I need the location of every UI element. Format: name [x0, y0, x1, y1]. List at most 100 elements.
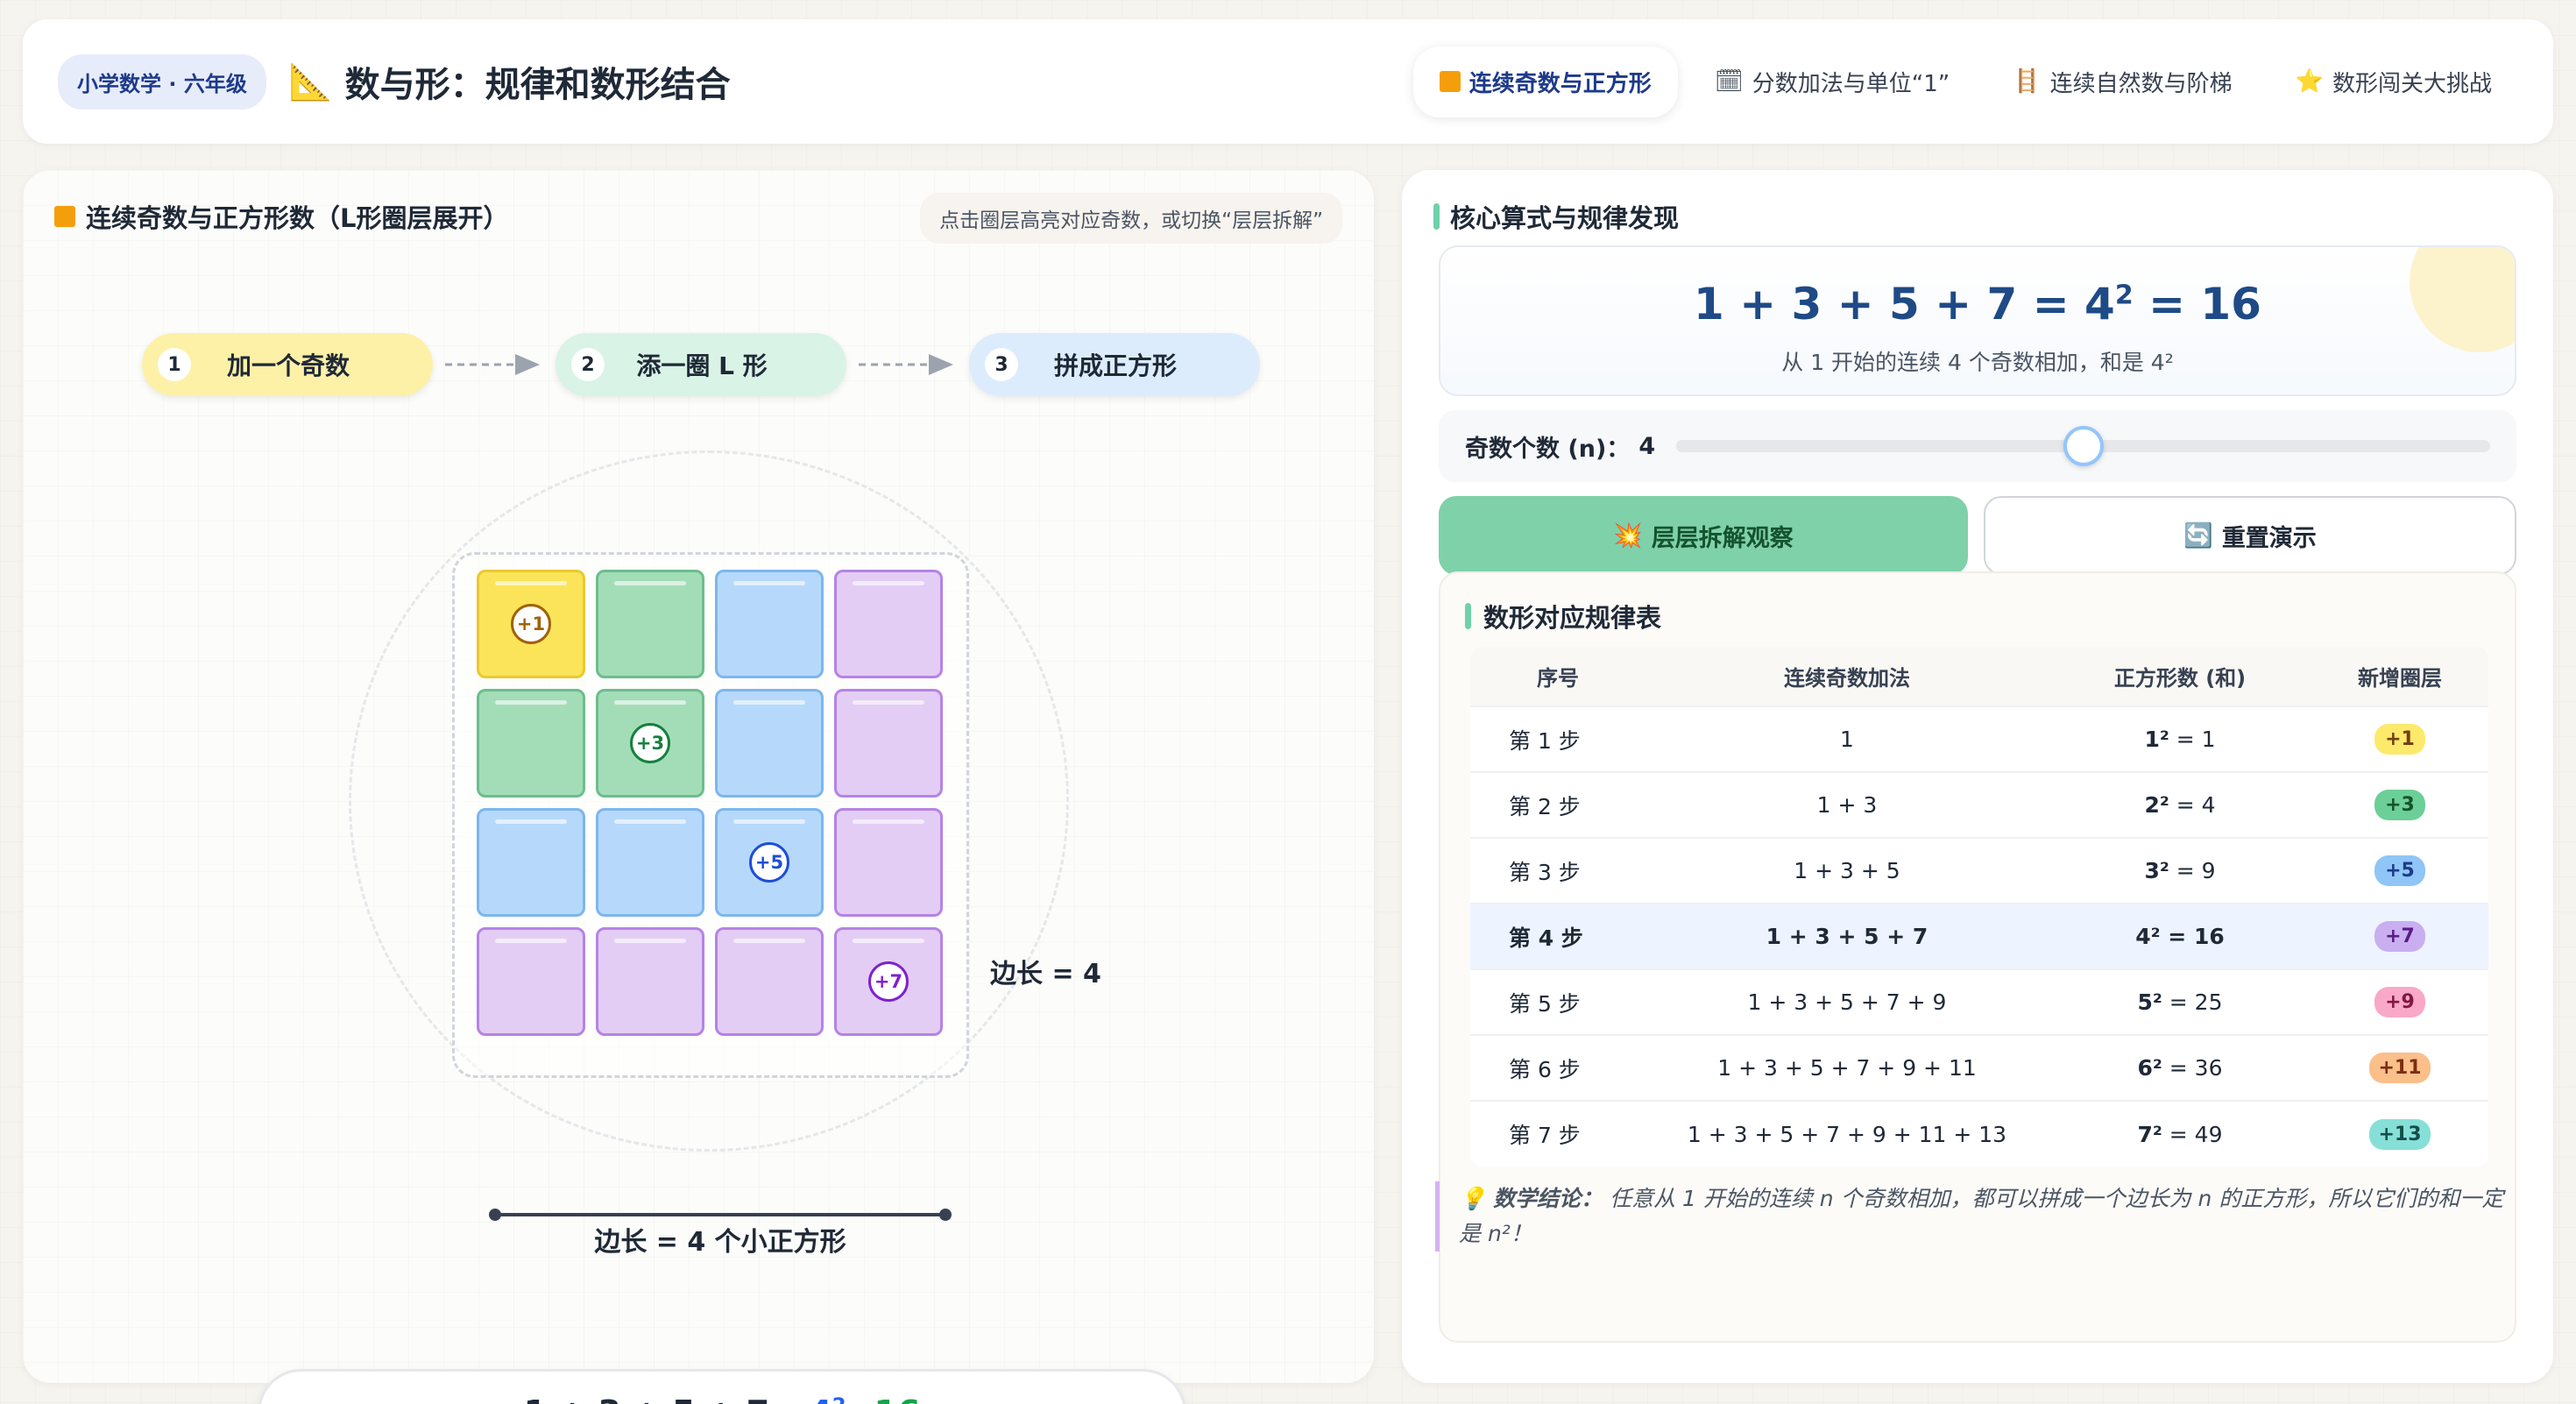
- grid-cell-layer-3[interactable]: +5: [715, 808, 824, 917]
- grid-cell-layer-2[interactable]: [596, 570, 704, 678]
- tab-challenge[interactable]: ⭐ 数形闯关大挑战: [2269, 46, 2518, 117]
- cell-square: 6² = 36: [2049, 1034, 2311, 1101]
- pattern-table-title-text: 数形对应规律表: [1483, 603, 1662, 633]
- formula-display: 1 + 3 + 5 + 7 = 42 = 16: [258, 1369, 1186, 1404]
- table-row[interactable]: 第 4 步1 + 3 + 5 + 7 4² = 16 +7: [1470, 903, 2488, 969]
- slider-thumb[interactable]: [2063, 426, 2104, 466]
- grid-cell-layer-3[interactable]: [715, 689, 824, 798]
- core-formula-title: 核心算式与规律发现: [1433, 198, 1679, 235]
- tab-label: 分数加法与单位“1”: [1752, 70, 1950, 97]
- formula-equals: =: [846, 1393, 874, 1404]
- tab-fraction-addition[interactable]: 🗓 分数加法与单位“1”: [1688, 46, 1977, 117]
- cell-sum: 1 + 3: [1645, 771, 2049, 838]
- col-square: 正方形数 (和): [2049, 647, 2311, 706]
- core-formula: 1 + 3 + 5 + 7 = 42 = 16: [1694, 279, 2261, 330]
- cell-layer: +11: [2311, 1034, 2488, 1101]
- layer-pill: +9: [2374, 987, 2425, 1018]
- step-pill-add-odd: 1 加一个奇数: [142, 333, 433, 396]
- table-row[interactable]: 第 3 步1 + 3 + 5 3² = 9 +5: [1470, 837, 2488, 904]
- step-label: 加一个奇数: [226, 351, 350, 380]
- layer-badge: +1: [511, 604, 551, 644]
- slider-label: 奇数个数 (n)：: [1465, 435, 1631, 463]
- reset-demo-label: 重置演示: [2221, 524, 2317, 552]
- cell-square: 3² = 9: [2049, 837, 2311, 904]
- col-step: 序号: [1470, 647, 1645, 706]
- square-grid: +1 +3 +5 +7: [477, 570, 945, 1038]
- grid-cell-layer-3[interactable]: [715, 570, 824, 678]
- grid-cell-layer-2[interactable]: +3: [596, 689, 704, 798]
- staircase-icon: 🪜: [2013, 68, 2042, 95]
- grid-cell-layer-4[interactable]: [834, 808, 943, 917]
- cell-square: 5² = 25: [2049, 968, 2311, 1035]
- bottom-length-label: 边长 = 4 个小正方形: [594, 1227, 846, 1258]
- grid-cell-layer-4[interactable]: +7: [834, 927, 943, 1036]
- cell-square: 2² = 4: [2049, 771, 2311, 838]
- table-row[interactable]: 第 7 步1 + 3 + 5 + 7 + 9 + 11 + 13 7² = 49 +…: [1470, 1100, 2488, 1166]
- orange-square-icon: [54, 206, 75, 227]
- step-pill-add-l-layer: 2 添一圈 L 形: [556, 333, 846, 396]
- step-pill-form-square: 3 拼成正方形: [969, 333, 1260, 396]
- cell-step: 第 6 步: [1470, 1034, 1645, 1101]
- grid-cell-layer-1[interactable]: +1: [477, 570, 585, 678]
- cell-sum: 1: [1645, 706, 2049, 772]
- cell-square: 1² = 1: [2049, 706, 2311, 772]
- step-number: 1: [158, 348, 191, 381]
- table-row[interactable]: 第 1 步 1 1² = 1 +1: [1470, 706, 2488, 772]
- grid-cell-layer-3[interactable]: [596, 808, 704, 917]
- conclusion-label: 数学结论：: [1493, 1186, 1603, 1211]
- core-formula-title-text: 核心算式与规律发现: [1450, 203, 1680, 233]
- calendar-icon: 🗓: [1714, 68, 1744, 95]
- grid-cell-layer-4[interactable]: [834, 570, 943, 678]
- set-square-icon: 📐: [288, 61, 333, 103]
- visual-panel: 连续奇数与正方形数（L形圈层展开） 点击圈层高亮对应奇数，或切换“层层拆解” 1…: [23, 170, 1374, 1404]
- lightbulb-icon: 💡: [1459, 1186, 1487, 1211]
- cell-sum: 1 + 3 + 5 + 7 + 9 + 11 + 13: [1645, 1100, 2049, 1166]
- app-header: 小学数学 · 六年级 📐 数与形：规律和数形结合 连续奇数与正方形 🗓 分数加法…: [23, 19, 2553, 144]
- grid-cell-layer-4[interactable]: [715, 927, 824, 1036]
- cell-square: 7² = 49: [2049, 1100, 2311, 1166]
- table-row[interactable]: 第 5 步1 + 3 + 5 + 7 + 9 5² = 25 +9: [1470, 968, 2488, 1035]
- grid-cell-layer-4[interactable]: [596, 927, 704, 1036]
- accent-bar: [1465, 603, 1471, 629]
- odd-count-slider[interactable]: [1676, 426, 2490, 466]
- formula-result: 16: [874, 1393, 921, 1404]
- tab-natural-steps[interactable]: 🪜 连续自然数与阶梯: [1986, 46, 2258, 117]
- grade-badge: 小学数学 · 六年级: [58, 53, 266, 110]
- layer-pill: +5: [2374, 855, 2425, 886]
- grid-cell-layer-2[interactable]: [477, 689, 585, 798]
- formula-base: 42: [809, 1393, 846, 1404]
- tab-odd-squares[interactable]: 连续奇数与正方形: [1412, 46, 1678, 117]
- cell-sum: 1 + 3 + 5 + 7: [1645, 903, 2049, 969]
- math-conclusion: 💡 数学结论： 任意从 1 开始的连续 n 个奇数相加，都可以拼成一个边长为 n…: [1435, 1181, 2522, 1252]
- grid-cell-layer-4[interactable]: [477, 927, 585, 1036]
- grid-cell-layer-4[interactable]: [834, 689, 943, 798]
- process-steps: 1 加一个奇数 2 添一圈 L 形 3 拼成正方形: [142, 333, 1260, 396]
- cell-step: 第 1 步: [1470, 706, 1645, 772]
- refresh-icon: 🔄: [2183, 522, 2213, 550]
- explosion-icon: 💥: [1613, 522, 1643, 550]
- reset-demo-button[interactable]: 🔄 重置演示: [1984, 496, 2516, 575]
- table-row[interactable]: 第 6 步1 + 3 + 5 + 7 + 9 + 11 6² = 36 +11: [1470, 1034, 2488, 1101]
- grid-cell-layer-3[interactable]: [477, 808, 585, 917]
- layer-pill: +11: [2369, 1053, 2431, 1083]
- tab-label: 连续奇数与正方形: [1468, 70, 1652, 97]
- accent-bar: [1433, 203, 1440, 230]
- col-layer: 新增圈层: [2311, 647, 2488, 706]
- layer-badge: +3: [630, 723, 670, 763]
- dashed-arrow-icon: [846, 351, 969, 378]
- table-header-row: 序号 连续奇数加法 正方形数 (和) 新增圈层: [1470, 647, 2488, 706]
- split-layers-label: 层层拆解观察: [1651, 524, 1794, 552]
- visual-panel-title-text: 连续奇数与正方形数（L形圈层展开）: [86, 203, 509, 233]
- col-sum: 连续奇数加法: [1645, 647, 2049, 706]
- layer-pill: +7: [2374, 921, 2425, 952]
- side-length-label: 边长 = 4: [990, 959, 1101, 989]
- cell-step: 第 5 步: [1470, 968, 1645, 1035]
- step-label: 拼成正方形: [1053, 351, 1177, 380]
- cell-step: 第 3 步: [1470, 837, 1645, 904]
- cell-layer: +9: [2311, 968, 2488, 1035]
- table-row[interactable]: 第 2 步1 + 3 2² = 4 +3: [1470, 771, 2488, 838]
- split-layers-button[interactable]: 💥 层层拆解观察: [1439, 496, 1968, 575]
- step-number: 2: [571, 348, 605, 381]
- visual-panel-title: 连续奇数与正方形数（L形圈层展开）: [54, 198, 508, 235]
- layer-pill: +1: [2374, 724, 2425, 755]
